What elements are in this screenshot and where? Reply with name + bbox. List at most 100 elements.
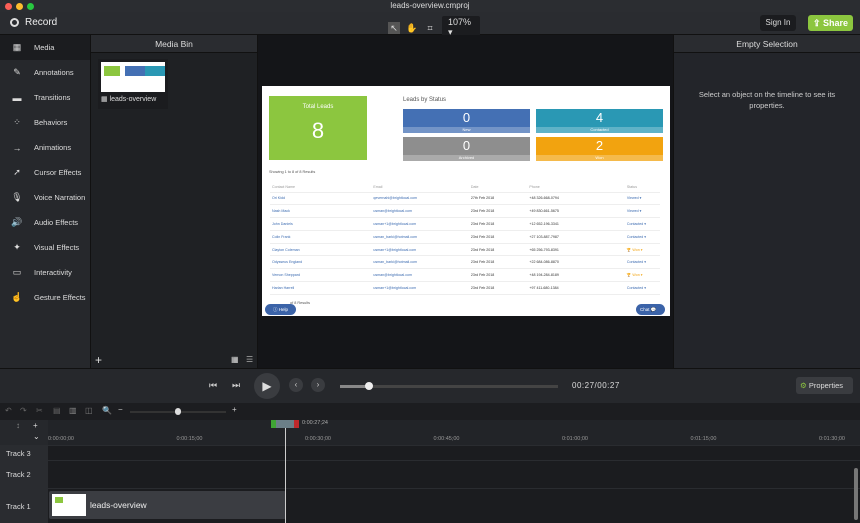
leads-table: Contact Name Email Date Phone Status Ori Kidd… [270,182,660,295]
track-1[interactable]: Track 1 leads-overview [0,488,860,523]
zoom-value: 107% [448,17,472,27]
record-label: Record [25,17,58,28]
share-button[interactable]: ⇪ Share [808,15,853,31]
chat-button[interactable]: Chat 💬 [636,304,665,315]
sidebar-item-gesture-effects[interactable]: ☝ Gesture Effects [0,285,90,310]
close-window-button[interactable] [5,3,12,10]
zoom-out-button[interactable]: − [118,405,123,414]
timeline-ruler[interactable]: 0:00:00;00 0:00:15;00 0:00:30;00 0:00:45;00… [48,420,860,445]
paste-icon[interactable]: ▥ [69,406,77,415]
status-count: 0 [462,138,471,153]
sidebar-item-voice-narration[interactable]: 🎙 Voice Narration [0,185,90,210]
playhead-line[interactable] [285,428,286,523]
collapse-tracks-button[interactable]: ⌄ [33,432,40,441]
sidebar-item-audio-effects[interactable]: 🔊 Audio Effects [0,210,90,235]
timeline-scrollbar[interactable] [854,468,858,520]
add-track-button[interactable]: + [33,421,38,430]
contact-name[interactable]: John Daniels [270,217,372,231]
status[interactable]: 🏆 Won ▾ [624,243,660,257]
status-label: Archived [403,155,530,161]
total-leads-label: Total Leads [302,104,334,110]
split-icon[interactable]: ◫ [85,406,93,415]
track-3[interactable]: Track 3 [0,445,860,460]
status[interactable]: Viewed ▾ [624,204,660,219]
playhead-range[interactable] [271,420,299,428]
copy-icon[interactable]: ▤ [53,406,61,415]
status-count: 4 [595,110,604,125]
step-back-button[interactable]: ⏮ [209,380,217,391]
track-controls: ↕ + ⌄ [0,420,48,445]
media-clip[interactable]: leads-overview [49,491,286,519]
wand-icon: ✦ [13,242,21,252]
media-item[interactable]: ▦ leads-overview [98,59,168,109]
contact-name[interactable]: Colin Frank [270,230,372,244]
sidebar-item-annotations[interactable]: ✎ Annotations [0,60,90,85]
title-bar: leads-overview.cmproj [0,0,860,12]
sidebar-item-label: Voice Narration [34,193,86,202]
add-media-button[interactable]: + [95,353,102,367]
status[interactable]: Contacted ▾ [624,281,660,295]
scrubber[interactable] [340,382,558,390]
contact-name[interactable]: Vernon Sheppard [270,268,372,283]
playback-bar: ⏮ ⏭ ▶ ‹ › 00:27/00:27 ⚙ Properties [0,368,860,403]
select-tool-icon[interactable]: ↖ [388,21,400,34]
contact-name[interactable]: Ori Kidd [270,192,372,206]
next-clip-button[interactable]: › [311,378,325,392]
track-label: Track 2 [0,461,48,488]
previous-clip-button[interactable]: ‹ [289,378,303,392]
sidebar-item-label: Visual Effects [34,243,80,252]
frame-forward-button[interactable]: ⏭ [232,380,240,391]
phone: +48 326-668-0794 [527,192,625,206]
properties-title: Empty Selection [674,35,860,53]
minimize-window-button[interactable] [16,3,23,10]
maximize-window-button[interactable] [27,3,34,10]
undo-icon[interactable]: ↶ [5,406,12,415]
gesture-icon: ☝ [11,292,23,302]
contact-name[interactable]: Clayton Coleman [270,243,372,257]
pan-tool-icon[interactable]: ✋ [406,22,418,34]
sidebar-item-cursor-effects[interactable]: ➚ Cursor Effects [0,160,90,185]
scrubber-handle[interactable] [365,382,373,390]
contact-name[interactable]: Nash Mack [270,204,372,219]
video-preview: Total Leads 8 Leads by Status 0 New 4 Conta… [262,86,670,316]
help-button[interactable]: ⓘ Help [265,304,296,315]
cut-icon[interactable]: ✂ [36,406,43,415]
track-height-icon[interactable]: ↕ [16,421,20,430]
email: usman+1@brightlocal.com [371,243,469,257]
crop-tool-icon[interactable]: ⌗ [424,22,436,34]
status[interactable]: Contacted ▾ [624,230,660,244]
zoom-in-button[interactable]: + [232,405,237,414]
status[interactable]: Contacted ▾ [624,217,660,231]
status-count: 2 [595,138,604,153]
sidebar-item-interactivity[interactable]: ▭ Interactivity [0,260,90,285]
properties-button[interactable]: ⚙ Properties [796,377,853,394]
audio-icon: 🔊 [11,217,23,227]
contact-name[interactable]: Harlan Harrell [270,281,372,295]
sidebar-item-behaviors[interactable]: ⁘ Behaviors [0,110,90,135]
timeline-toolbar: ↶ ↷ ✂ ▤ ▥ ◫ 🔍 − + [0,403,860,420]
status[interactable]: Viewed ▾ [624,192,660,206]
record-button[interactable]: Record [10,17,57,28]
email: usman_barki@hotmail.com [371,255,469,270]
status[interactable]: Contacted ▾ [624,255,660,270]
list-view-icon[interactable]: ☰ [246,355,253,364]
date: 27th Feb 2018 [468,192,528,206]
media-thumbnail [101,62,165,92]
sidebar-item-visual-effects[interactable]: ✦ Visual Effects [0,235,90,260]
timeline-zoom-slider[interactable] [130,408,226,415]
redo-icon[interactable]: ↷ [20,406,27,415]
status[interactable]: 🏆 Won ▾ [624,268,660,283]
play-button[interactable]: ▶ [254,373,280,399]
sidebar-item-transitions[interactable]: ▬ Transitions [0,85,90,110]
microphone-icon: 🎙 [11,192,23,202]
contact-name[interactable]: Odysseus England [270,255,372,270]
sidebar-item-media[interactable]: ▦ Media [0,35,90,60]
canvas[interactable]: Total Leads 8 Leads by Status 0 New 4 Conta… [258,35,673,368]
date: 23rd Feb 2018 [468,281,528,295]
sidebar-item-animations[interactable]: → Animations [0,135,90,160]
grid-view-icon[interactable]: ▦ [231,355,239,364]
track-2[interactable]: Track 2 [0,460,860,488]
sidebar-item-label: Cursor Effects [34,168,82,177]
sign-in-button[interactable]: Sign In [760,15,796,31]
email: usman@brightlocal.com [371,268,469,283]
